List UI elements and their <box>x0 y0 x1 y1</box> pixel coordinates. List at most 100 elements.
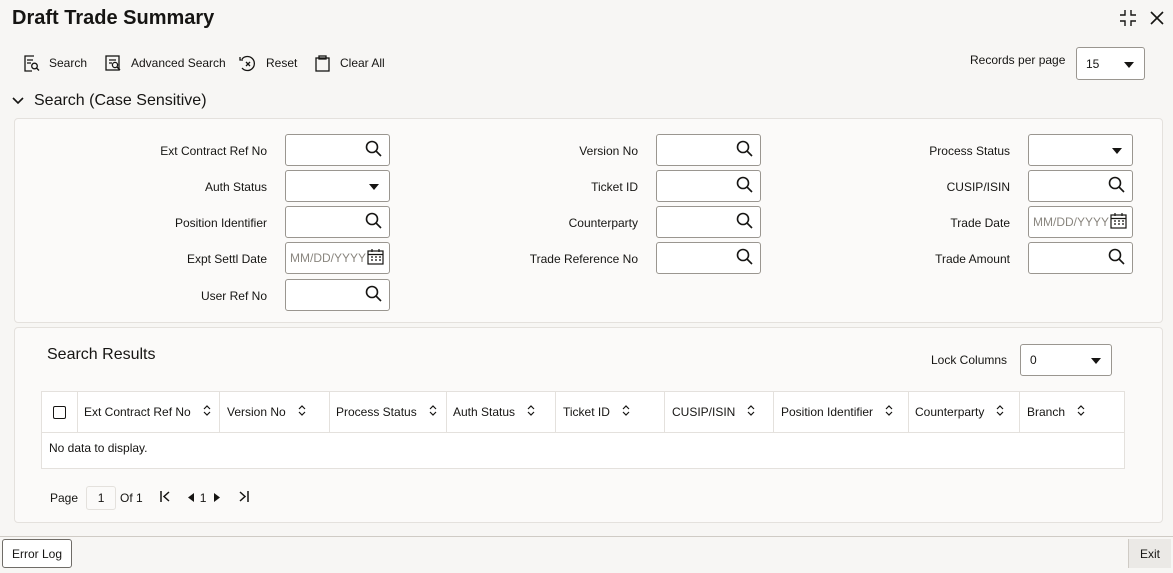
ext-contract-ref-no-label: Ext Contract Ref No <box>160 144 267 158</box>
close-icon[interactable] <box>1147 8 1167 28</box>
expt-settl-date-label: Expt Settl Date <box>186 252 267 266</box>
column-header-ext-contract-ref-no[interactable]: Ext Contract Ref No <box>84 392 211 432</box>
advanced-search-icon <box>105 54 122 72</box>
auth-status-select[interactable] <box>285 170 390 202</box>
chevron-down-icon <box>12 92 24 110</box>
search-button[interactable]: Search <box>23 52 87 74</box>
records-per-page-select[interactable]: 15 <box>1076 47 1145 80</box>
advanced-search-button[interactable]: Advanced Search <box>105 52 226 74</box>
user-ref-no-label: User Ref No <box>200 289 267 303</box>
last-page-icon[interactable] <box>238 491 250 505</box>
process-status-label: Process Status <box>929 144 1010 158</box>
error-log-button[interactable]: Error Log <box>2 539 72 568</box>
version-no-label: Version No <box>579 144 638 158</box>
search-icon[interactable] <box>736 140 753 160</box>
reset-icon <box>239 55 257 72</box>
cusip-isin-label: CUSIP/ISIN <box>946 180 1010 194</box>
chevron-down-icon <box>1112 143 1122 157</box>
auth-status-label: Auth Status <box>204 180 267 194</box>
sort-icon[interactable] <box>203 405 211 419</box>
sort-icon[interactable] <box>429 405 437 419</box>
column-header-branch[interactable]: Branch <box>1027 392 1085 432</box>
ticket-id-field[interactable] <box>656 170 761 202</box>
search-icon[interactable] <box>365 140 382 160</box>
calendar-icon[interactable] <box>1110 212 1127 232</box>
sort-icon[interactable] <box>622 405 630 419</box>
position-identifier-label: Position Identifier <box>174 216 267 230</box>
records-per-page-value: 15 <box>1086 56 1100 71</box>
search-doc-icon <box>23 54 40 72</box>
page-input[interactable]: 1 <box>86 486 117 510</box>
chevron-down-icon <box>1124 57 1134 71</box>
trade-amount-field[interactable] <box>1028 242 1133 274</box>
calendar-icon[interactable] <box>367 248 384 268</box>
sort-icon[interactable] <box>747 405 755 419</box>
ext-contract-ref-no-field[interactable] <box>285 134 390 166</box>
lock-columns-label: Lock Columns <box>931 353 1008 367</box>
sort-icon[interactable] <box>1077 405 1085 419</box>
trade-date-field[interactable]: MM/DD/YYYY <box>1028 206 1133 238</box>
select-all-checkbox[interactable] <box>53 392 67 432</box>
results-grid: Ext Contract Ref No Version No Process S… <box>41 391 1125 469</box>
records-per-page-label: Records per page <box>970 53 1066 67</box>
search-icon[interactable] <box>365 212 382 232</box>
date-placeholder: MM/DD/YYYY <box>290 251 367 265</box>
search-icon[interactable] <box>1108 248 1125 268</box>
trade-reference-no-label: Trade Reference No <box>529 252 638 266</box>
ticket-id-label: Ticket ID <box>591 180 638 194</box>
date-placeholder: MM/DD/YYYY <box>1033 215 1110 229</box>
trade-amount-label: Trade Amount <box>935 252 1010 266</box>
grid-header: Ext Contract Ref No Version No Process S… <box>42 392 1124 433</box>
search-icon[interactable] <box>1108 176 1125 196</box>
search-icon[interactable] <box>365 285 382 305</box>
column-header-auth-status[interactable]: Auth Status <box>453 392 535 432</box>
reset-button[interactable]: Reset <box>239 52 297 74</box>
search-section-toggle[interactable]: Search (Case Sensitive) <box>12 92 207 110</box>
exit-button[interactable]: Exit <box>1128 539 1171 568</box>
column-header-counterparty[interactable]: Counterparty <box>915 392 1004 432</box>
column-header-version-no[interactable]: Version No <box>227 392 306 432</box>
expt-settl-date-field[interactable]: MM/DD/YYYY <box>285 242 390 274</box>
maximize-icon[interactable] <box>1118 8 1138 28</box>
version-no-field[interactable] <box>656 134 761 166</box>
position-identifier-field[interactable] <box>285 206 390 238</box>
chevron-down-icon <box>1091 353 1101 367</box>
page-number: 1 <box>199 491 207 505</box>
process-status-select[interactable] <box>1028 134 1133 166</box>
clear-all-label: Clear All <box>340 56 385 70</box>
lock-columns-select[interactable]: 0 <box>1020 344 1112 376</box>
trade-reference-no-field[interactable] <box>656 242 761 274</box>
user-ref-no-field[interactable] <box>285 279 390 311</box>
sort-icon[interactable] <box>885 405 893 419</box>
column-header-cusip-isin[interactable]: CUSIP/ISIN <box>672 392 755 432</box>
sort-icon[interactable] <box>996 405 1004 419</box>
lock-columns-value: 0 <box>1030 353 1037 367</box>
empty-message: No data to display. <box>49 441 148 455</box>
search-icon[interactable] <box>736 176 753 196</box>
previous-page-icon[interactable] <box>187 491 194 505</box>
cusip-isin-field[interactable] <box>1028 170 1133 202</box>
clipboard-icon <box>315 54 331 72</box>
footer-bar <box>0 536 1173 573</box>
clear-all-button[interactable]: Clear All <box>315 52 385 74</box>
sort-icon[interactable] <box>298 405 306 419</box>
search-section-title: Search (Case Sensitive) <box>34 92 207 109</box>
page-label: Page <box>50 491 79 505</box>
search-icon[interactable] <box>736 248 753 268</box>
column-header-position-identifier[interactable]: Position Identifier <box>781 392 893 432</box>
page-of-label: Of 1 <box>120 491 143 505</box>
counterparty-label: Counterparty <box>568 216 638 230</box>
search-icon[interactable] <box>736 212 753 232</box>
sort-icon[interactable] <box>527 405 535 419</box>
trade-date-label: Trade Date <box>950 216 1010 230</box>
column-header-ticket-id[interactable]: Ticket ID <box>563 392 630 432</box>
first-page-icon[interactable] <box>159 491 171 505</box>
counterparty-field[interactable] <box>656 206 761 238</box>
results-title: Search Results <box>47 346 156 363</box>
reset-label: Reset <box>266 56 298 70</box>
next-page-icon[interactable] <box>214 491 221 505</box>
column-header-process-status[interactable]: Process Status <box>336 392 437 432</box>
pagination: Page 1 Of 1 1 <box>50 486 250 510</box>
chevron-down-icon <box>369 179 379 193</box>
search-button-label: Search <box>49 56 88 70</box>
